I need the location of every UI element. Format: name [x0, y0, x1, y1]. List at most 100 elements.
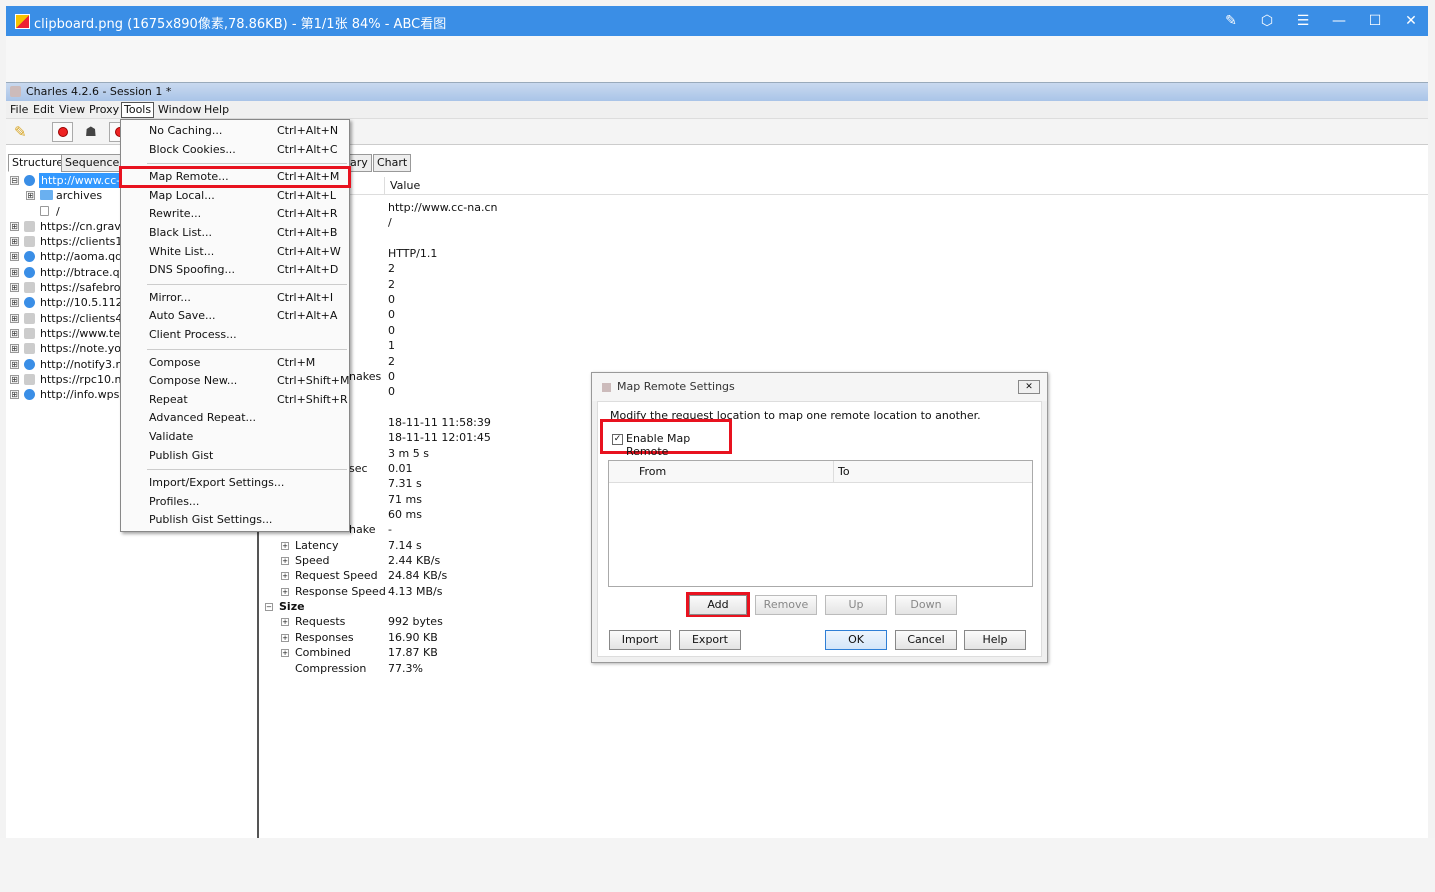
help-button[interactable]: Help [964, 630, 1026, 650]
tools-menu-item[interactable]: No Caching... Ctrl+Alt+N [121, 122, 349, 140]
overview-row[interactable]: HTTP/1.1 [261, 246, 1061, 261]
expand-icon[interactable]: + [281, 633, 289, 642]
menu-file[interactable]: File [8, 103, 30, 117]
down-button[interactable]: Down [895, 595, 957, 615]
tools-menu-item[interactable]: Map Local... Ctrl+Alt+L [121, 187, 349, 205]
viewer-app-icon [15, 14, 30, 29]
overview-row[interactable]: 1 [261, 338, 1061, 353]
expand-icon[interactable]: ⊞ [10, 237, 19, 247]
overview-row[interactable]: 0 [261, 292, 1061, 307]
overview-row[interactable]: / [261, 215, 1061, 230]
menu-item-label: Mirror... [149, 290, 191, 304]
overview-row[interactable]: 2 [261, 261, 1061, 276]
collapse-icon[interactable]: − [265, 603, 273, 612]
expand-icon[interactable]: ⊞ [10, 221, 19, 231]
tools-menu-item[interactable]: Advanced Repeat... [121, 409, 349, 427]
tools-menu-item[interactable]: Repeat Ctrl+Shift+R [121, 391, 349, 409]
expand-icon[interactable]: ⊞ [10, 298, 19, 308]
tools-menu-item[interactable]: Validate [121, 428, 349, 446]
expand-icon[interactable]: + [281, 587, 289, 596]
menu-edit[interactable]: Edit [31, 103, 56, 117]
expand-icon[interactable]: + [281, 557, 289, 566]
up-button[interactable]: Up [825, 595, 887, 615]
enable-map-remote-label[interactable]: Enable Map Remote [626, 432, 729, 458]
row-value: 60 ms [388, 508, 422, 521]
expand-icon[interactable]: ⊞ [10, 252, 19, 262]
tools-menu-item[interactable]: Compose New... Ctrl+Shift+M [121, 372, 350, 390]
close-icon[interactable]: ✕ [1400, 11, 1422, 31]
menu-separator [147, 163, 347, 165]
skin-icon[interactable]: ⬡ [1256, 11, 1278, 31]
expand-icon[interactable]: ⊞ [10, 344, 19, 354]
ok-button[interactable]: OK [825, 630, 887, 650]
enable-map-remote-checkbox[interactable]: ✓ [612, 434, 623, 445]
tools-menu-item[interactable]: DNS Spoofing... Ctrl+Alt+D [121, 261, 349, 279]
menu-item-label: Compose [149, 355, 201, 369]
import-button[interactable]: Import [609, 630, 671, 650]
menu-tools[interactable]: Tools [121, 102, 155, 118]
expand-icon[interactable]: + [281, 649, 289, 658]
expand-icon[interactable]: ⊞ [10, 283, 19, 293]
tab-structure[interactable]: Structure [8, 154, 68, 172]
overview-row[interactable] [261, 231, 1061, 246]
overview-row[interactable]: 0 [261, 307, 1061, 322]
edit-icon[interactable]: ✎ [1220, 11, 1242, 31]
tools-menu-item[interactable]: Map Remote... Ctrl+Alt+M [119, 166, 351, 189]
tools-menu-item[interactable]: Import/Export Settings... [121, 474, 349, 492]
expand-icon[interactable]: ⊞ [10, 328, 19, 338]
tools-menu-item[interactable]: Auto Save... Ctrl+Alt+A [121, 307, 349, 325]
expand-icon[interactable]: + [281, 541, 289, 550]
tools-menu-item[interactable]: Mirror... Ctrl+Alt+I [121, 289, 349, 307]
expand-icon[interactable]: ⊞ [26, 191, 35, 201]
tools-menu-item[interactable]: Block Cookies... Ctrl+Alt+C [121, 141, 349, 159]
expand-icon[interactable]: ⊞ [10, 267, 19, 277]
row-value: 0 [388, 308, 395, 322]
overview-row[interactable]: 2 [261, 354, 1061, 369]
column-divider[interactable] [384, 177, 385, 195]
remove-button[interactable]: Remove [755, 595, 817, 615]
expand-icon[interactable]: ⊞ [10, 374, 19, 384]
row-name: Response Speed [295, 584, 386, 598]
overview-row[interactable]: http://www.cc-na.cn [261, 200, 1061, 215]
collapse-icon[interactable]: ⊟ [10, 176, 19, 185]
menu-help[interactable]: Help [202, 103, 231, 117]
tools-menu-item[interactable]: Black List... Ctrl+Alt+B [121, 224, 349, 242]
overview-row[interactable]: 0 [261, 323, 1061, 338]
broom-icon[interactable]: ✎ [14, 123, 27, 141]
tools-menu-item[interactable]: Client Process... [121, 326, 349, 344]
expand-icon[interactable]: + [281, 572, 289, 581]
cancel-button[interactable]: Cancel [895, 630, 957, 650]
lock-icon [24, 327, 35, 339]
tab-chart[interactable]: Chart [373, 154, 412, 172]
expand-icon[interactable]: ⊞ [10, 313, 19, 323]
globe-icon [24, 251, 35, 263]
tools-menu-item[interactable]: Publish Gist [121, 447, 349, 465]
tools-menu-item[interactable]: Compose Ctrl+M [121, 354, 349, 372]
overview-row[interactable]: 2 [261, 277, 1061, 292]
tools-menu-item[interactable]: White List... Ctrl+Alt+W [121, 243, 349, 261]
expand-icon[interactable]: ⊞ [10, 390, 19, 400]
from-column-header[interactable]: From [609, 461, 834, 483]
record-button[interactable] [52, 122, 73, 142]
minimize-icon[interactable]: — [1328, 11, 1350, 31]
to-column-header[interactable]: To [834, 461, 1032, 483]
tools-menu-item[interactable]: Publish Gist Settings... [121, 511, 349, 529]
menu-item-shortcut: Ctrl+Alt+L [277, 188, 337, 202]
tab-sequence[interactable]: Sequence [61, 154, 124, 172]
add-button[interactable]: Add [689, 595, 747, 615]
menu-icon[interactable]: ☰ [1292, 11, 1314, 31]
expand-icon[interactable]: ⊞ [10, 359, 19, 369]
dialog-close-button[interactable]: ✕ [1018, 380, 1040, 394]
expand-icon[interactable]: + [281, 618, 289, 627]
menu-view[interactable]: View [57, 103, 87, 117]
tools-menu-item[interactable]: Rewrite... Ctrl+Alt+R [121, 205, 349, 223]
maximize-icon[interactable]: ☐ [1364, 11, 1386, 31]
file-icon [40, 205, 49, 216]
row-value: 71 ms [388, 492, 422, 506]
throttle-button[interactable]: ☗ [81, 122, 102, 142]
menu-proxy[interactable]: Proxy [87, 103, 121, 117]
mappings-table[interactable]: From To [608, 460, 1033, 587]
tools-menu-item[interactable]: Profiles... [121, 493, 349, 511]
menu-window[interactable]: Window [156, 103, 203, 117]
export-button[interactable]: Export [679, 630, 741, 650]
